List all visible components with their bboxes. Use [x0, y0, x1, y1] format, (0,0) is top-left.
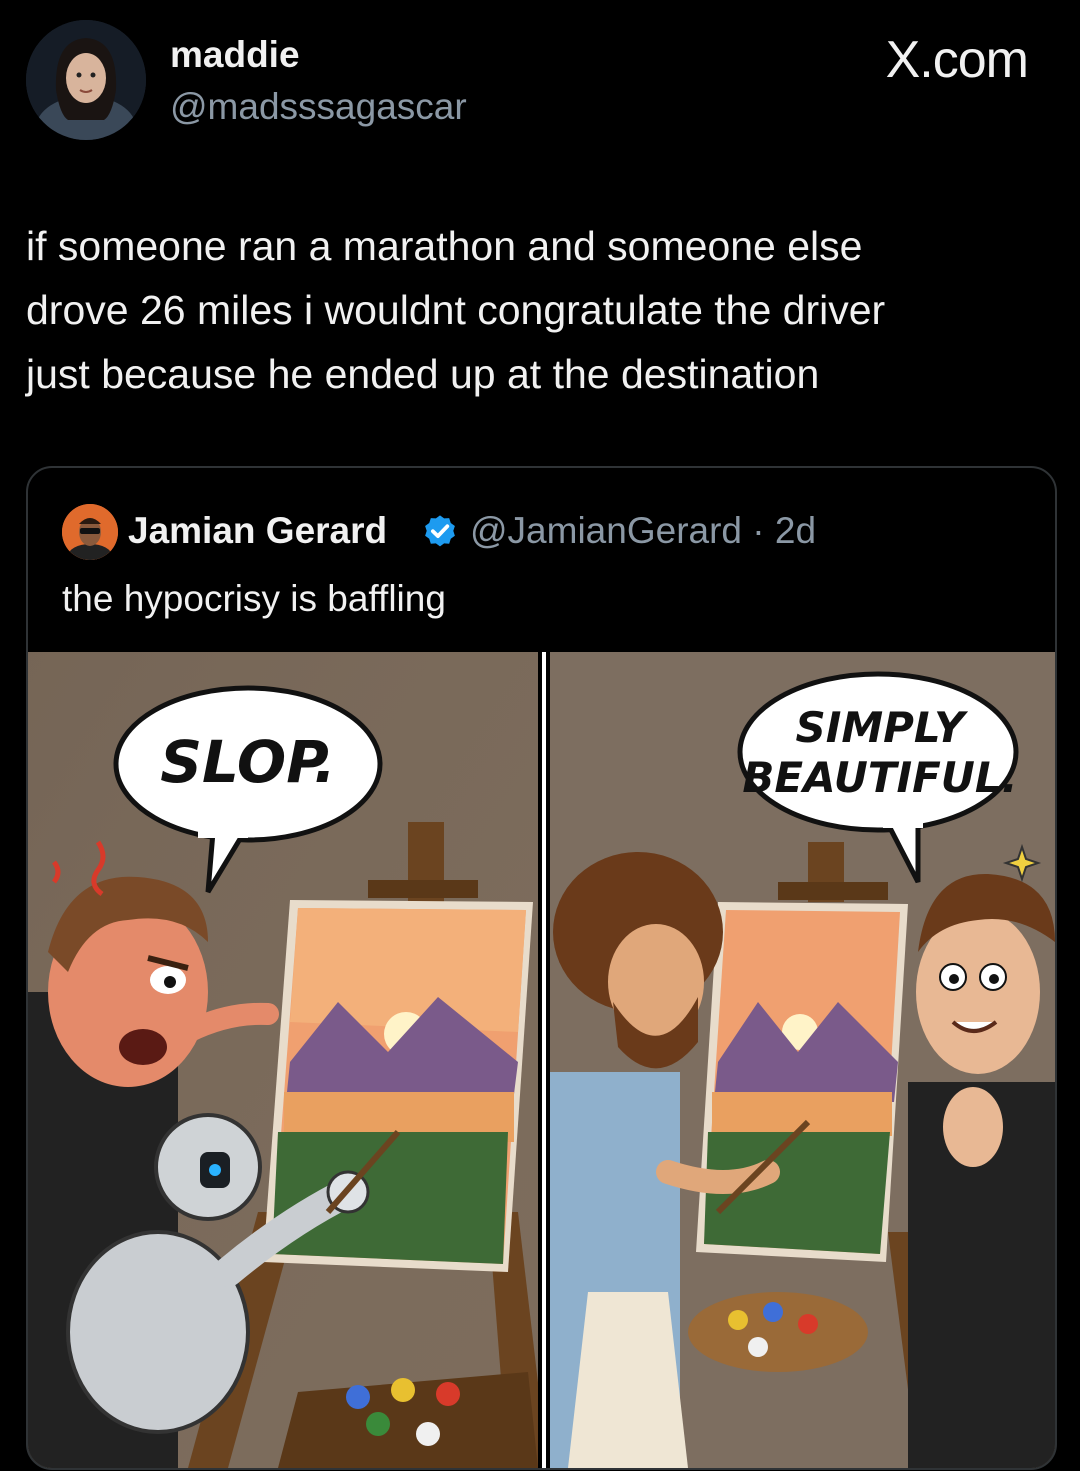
display-name[interactable]: maddie — [170, 34, 300, 76]
quoted-user-avatar[interactable] — [62, 504, 118, 560]
quoted-post-card[interactable]: Jamian Gerard @JamianGerard · 2d the hyp… — [26, 466, 1057, 1470]
right-bubble-text-line: SIMPLY — [795, 703, 968, 752]
quoted-post-text: the hypocrisy is baffling — [62, 578, 446, 619]
site-watermark: X.com — [885, 31, 1029, 89]
post-header: maddie @madsssagascar X.com — [0, 0, 1080, 160]
quoted-handle-and-time[interactable]: @JamianGerard · 2d — [470, 510, 816, 552]
post-text: if someone ran a marathon and someone el… — [26, 214, 1056, 406]
post-text-line: if someone ran a marathon and someone el… — [26, 223, 863, 269]
post-text-line: just because he ended up at the destinat… — [26, 351, 820, 397]
left-bubble-text: SLOP. — [160, 728, 336, 796]
left-panel: SLOP. — [28, 652, 548, 1468]
right-panel: SIMPLY BEAUTIFUL. — [550, 652, 1055, 1468]
user-avatar[interactable] — [26, 20, 146, 140]
quoted-display-name[interactable]: Jamian Gerard — [128, 510, 387, 552]
comic-image[interactable]: SLOP. SIMPLY BEAUTIFUL. — [28, 652, 1055, 1468]
right-bubble-text-line: BEAUTIFUL. — [742, 753, 1017, 802]
verified-badge-icon — [425, 515, 455, 547]
post-text-line: drove 26 miles i wouldnt congratulate th… — [26, 287, 886, 333]
user-handle[interactable]: @madsssagascar — [170, 86, 467, 128]
